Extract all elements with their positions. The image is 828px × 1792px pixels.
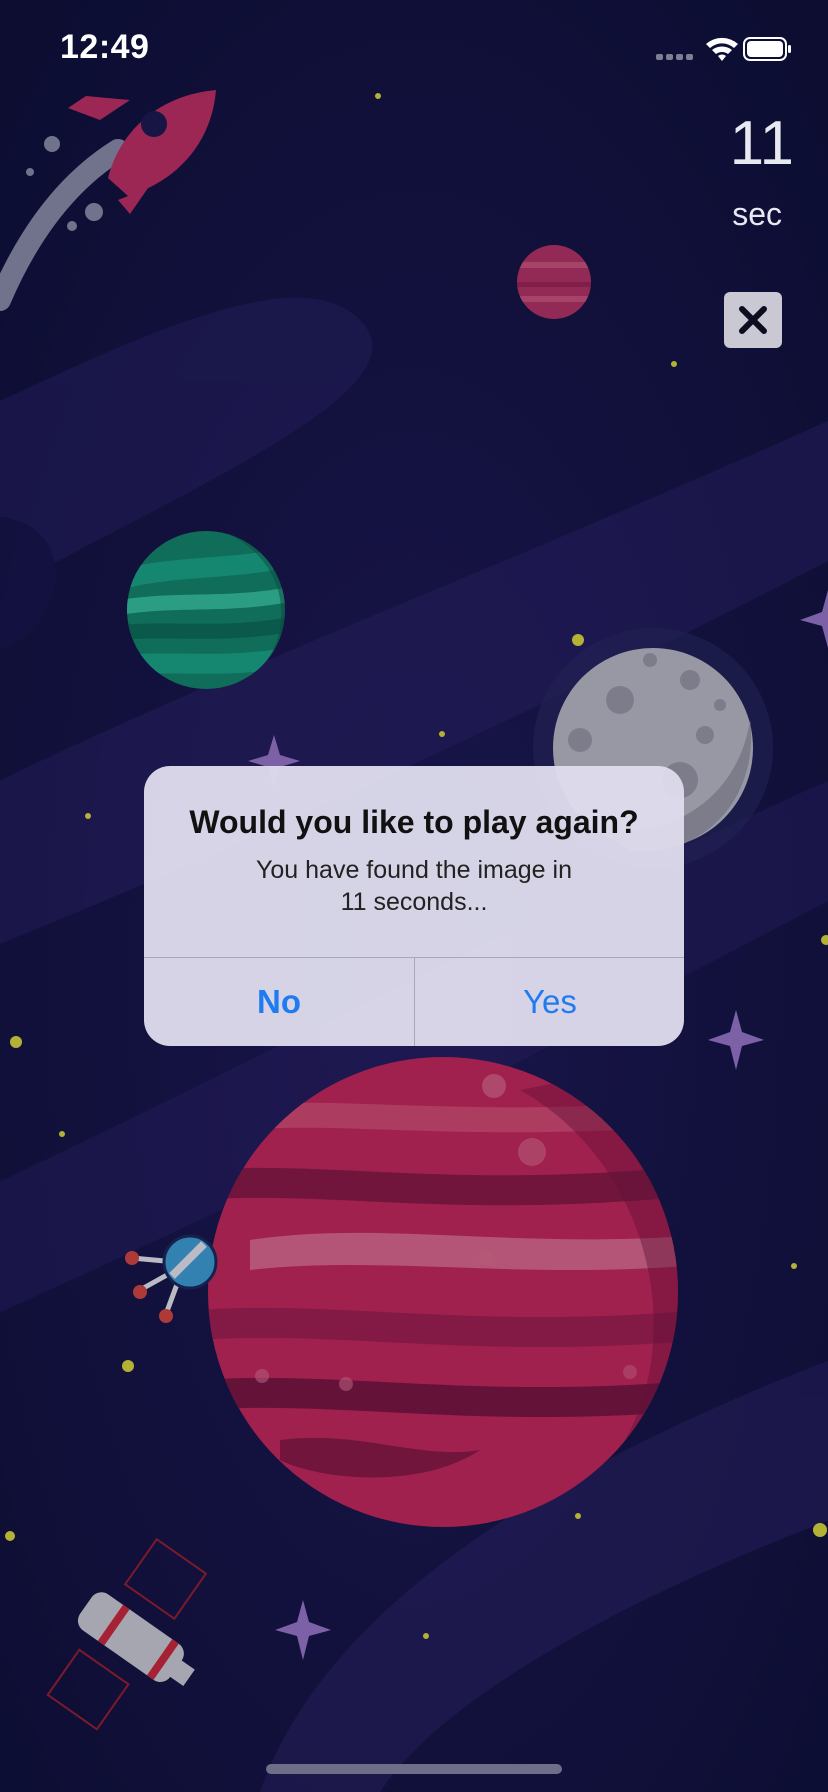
dialog-message-line-1: You have found the image in: [256, 856, 572, 884]
yes-button[interactable]: Yes: [415, 958, 684, 1046]
no-button[interactable]: No: [144, 958, 414, 1046]
status-bar-time: 12:49: [60, 28, 150, 66]
home-indicator[interactable]: [266, 1764, 562, 1774]
battery-icon: [743, 37, 791, 61]
play-again-dialog: Would you like to play again? You have f…: [144, 766, 684, 1046]
dialog-message: You have found the image in 11 seconds..…: [184, 854, 644, 918]
timer-unit: sec: [732, 196, 782, 232]
status-bar-icons: [652, 34, 792, 64]
dialog-message-line-2: 11 seconds...: [340, 888, 488, 916]
timer-value: 11: [729, 109, 794, 178]
dialog-title: Would you like to play again?: [189, 804, 639, 840]
cellular-signal-icon: [656, 54, 693, 60]
wifi-icon: [706, 37, 738, 61]
close-x-icon: [739, 306, 767, 334]
close-button[interactable]: [724, 292, 782, 348]
